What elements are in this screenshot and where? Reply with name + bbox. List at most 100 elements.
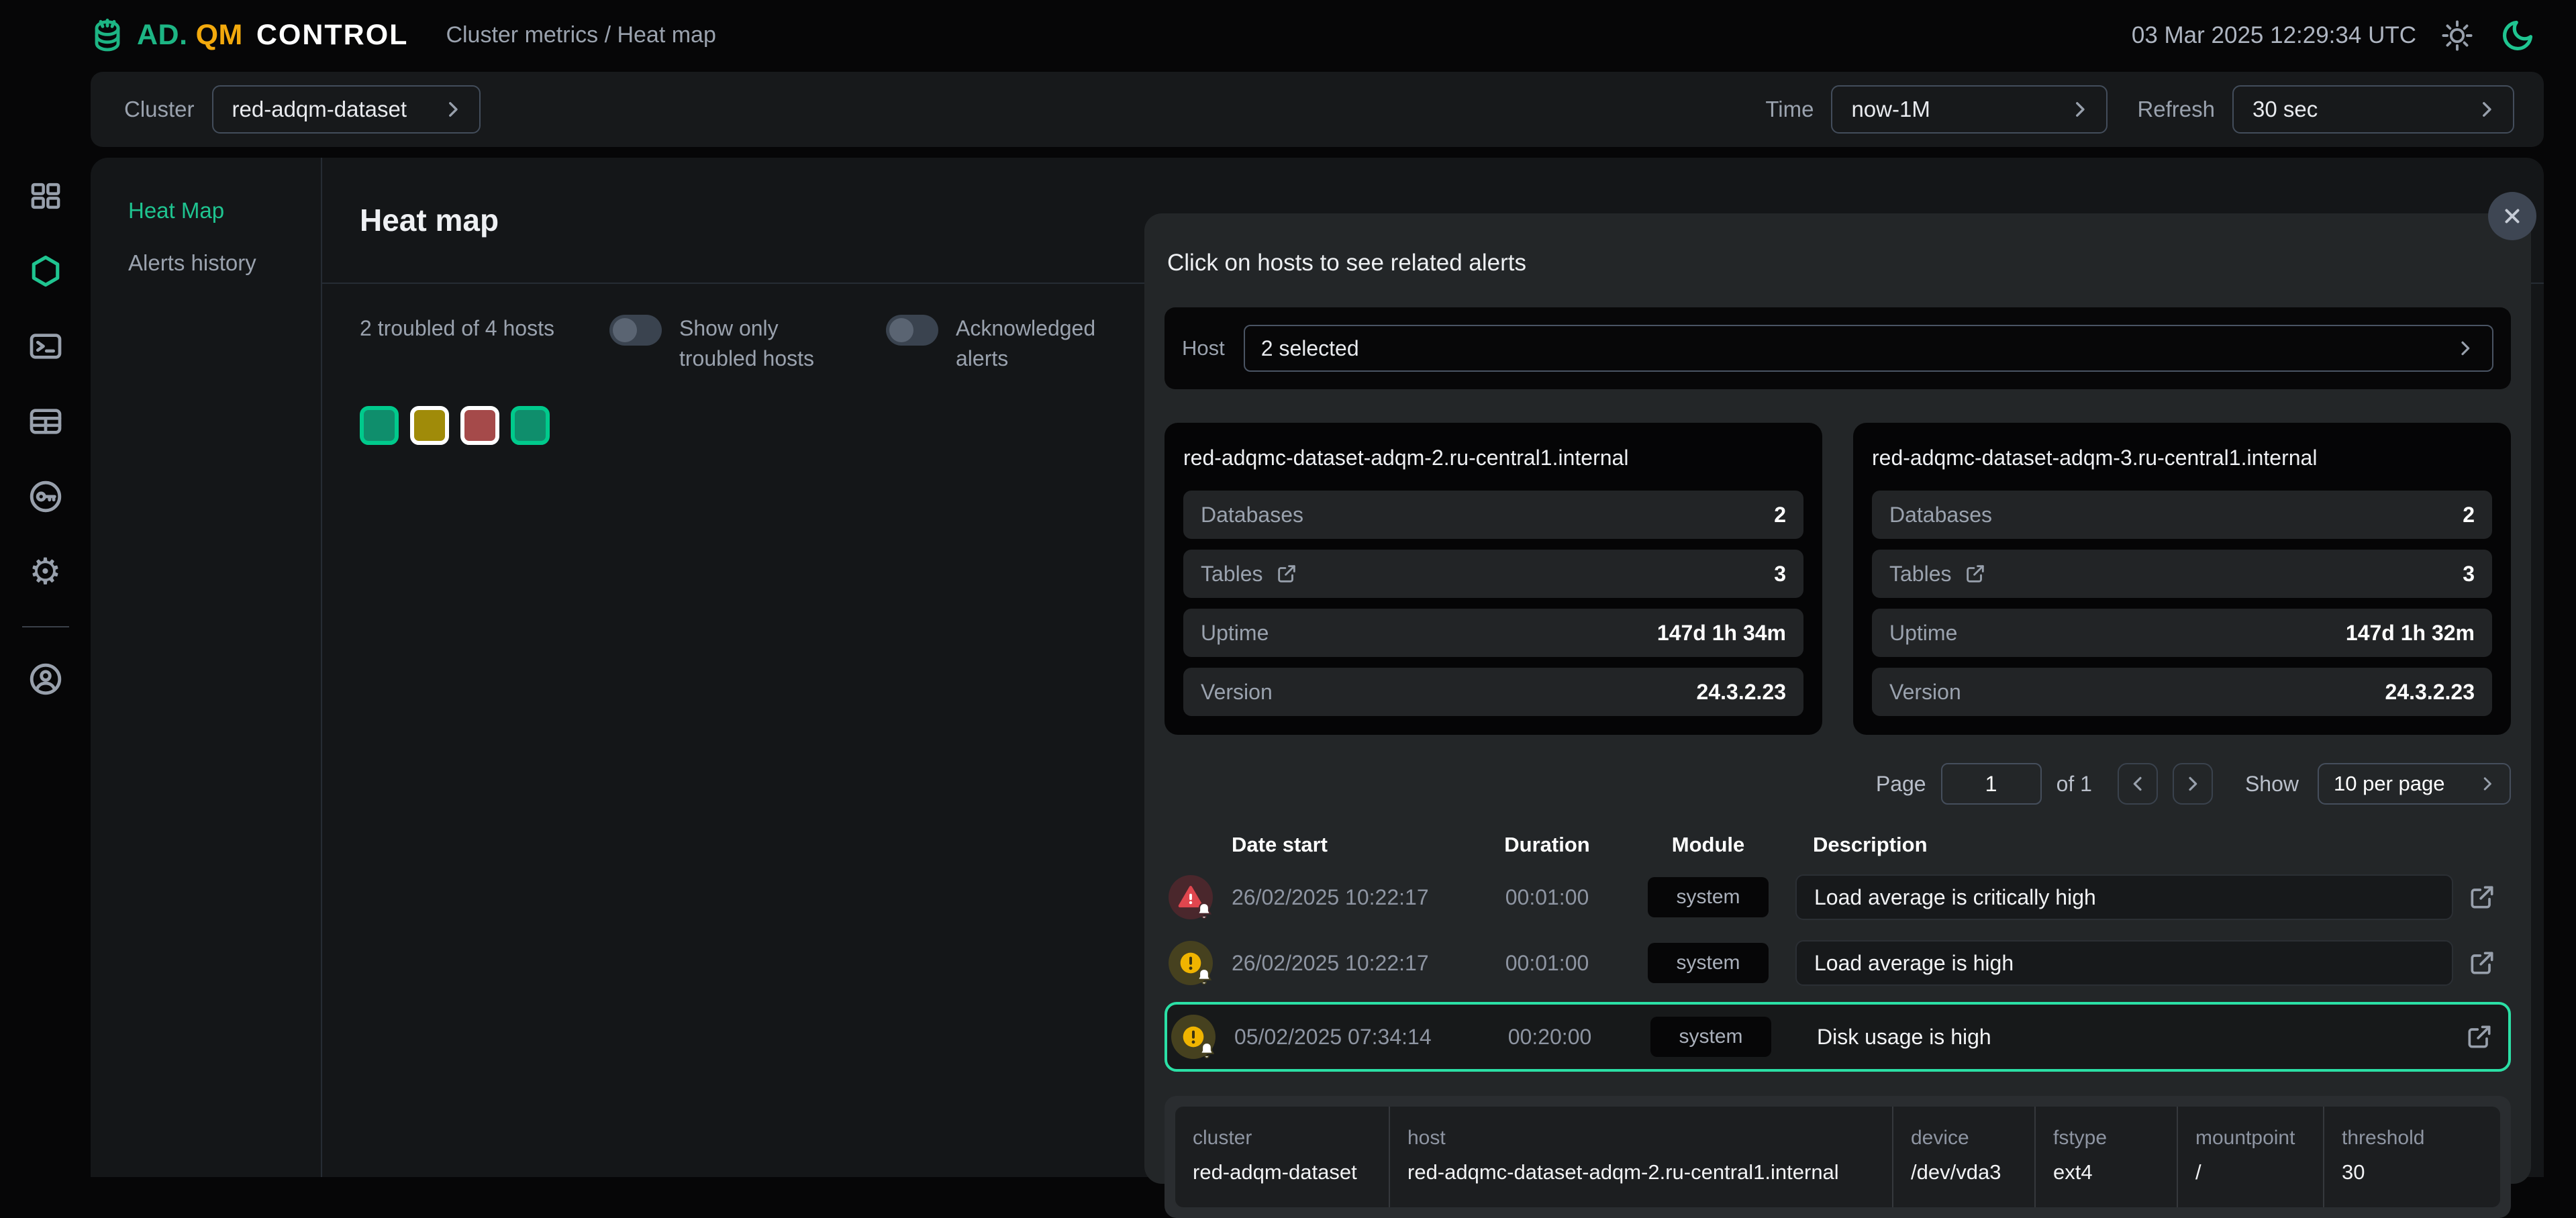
subnav-item-alerts-history[interactable]: Alerts history (128, 250, 321, 276)
stat-label: Uptime (1201, 621, 1269, 646)
stat-value: 3 (2463, 562, 2475, 587)
bell-icon (1193, 966, 1215, 988)
external-link-icon (2467, 948, 2497, 978)
nav-settings-button[interactable]: ⚙ (25, 551, 66, 593)
nav-cluster-button[interactable] (25, 250, 66, 292)
logo-icon (86, 14, 129, 57)
acknowledged-alerts-toggle[interactable] (886, 315, 938, 346)
brand-part-1: AD. (137, 19, 188, 52)
host-select-value: 2 selected (1261, 336, 1359, 361)
stat-label: Databases (1889, 503, 1992, 527)
stat-label: Tables (1889, 562, 1952, 587)
nav-dashboard-button[interactable] (25, 175, 66, 217)
external-link-icon[interactable] (1275, 562, 1298, 585)
detail-value: red-adqm-dataset (1193, 1160, 1371, 1184)
host-card-title: red-adqmc-dataset-adqm-3.ru-central1.int… (1872, 446, 2492, 470)
alert-description: Load average is high (1795, 940, 2453, 986)
stat-label: Uptime (1889, 621, 1957, 646)
detail-label: mountpoint (2195, 1127, 2306, 1150)
time-select[interactable]: now-1M (1831, 85, 2108, 134)
next-page-button[interactable] (2173, 763, 2213, 805)
icon-rail: ⚙ (0, 158, 91, 1177)
cluster-label: Cluster (124, 97, 195, 122)
alert-date: 05/02/2025 07:34:14 (1234, 1025, 1476, 1050)
cluster-select[interactable]: red-adqm-dataset (212, 85, 481, 134)
chevron-right-icon (2182, 773, 2203, 795)
per-page-value: 10 per page (2334, 772, 2444, 796)
stat-value: 24.3.2.23 (2385, 680, 2475, 705)
detail-value: red-adqmc-dataset-adqm-2.ru-central1.int… (1407, 1160, 1875, 1184)
dark-theme-button[interactable] (2498, 16, 2537, 55)
open-alert-button[interactable] (2453, 882, 2511, 912)
alerts-table-header: Date start Duration Module Description (1165, 833, 2511, 861)
stat-label: Databases (1201, 503, 1303, 527)
detail-cell: device /dev/vda3 (1893, 1107, 2036, 1207)
alert-row-selected[interactable]: 05/02/2025 07:34:14 00:20:00 system Disk… (1165, 1002, 2511, 1072)
chevron-right-icon (442, 98, 464, 121)
chevron-right-icon (2455, 338, 2476, 359)
stat-value: 147d 1h 34m (1657, 621, 1786, 646)
app-logo[interactable]: AD.QMCONTROL (86, 14, 408, 57)
module-badge: system (1648, 877, 1768, 917)
subnav-item-heat-map[interactable]: Heat Map (128, 198, 321, 223)
prev-page-button[interactable] (2118, 763, 2158, 805)
warning-alert-icon (1171, 1015, 1216, 1059)
col-duration: Duration (1473, 833, 1621, 857)
nav-tables-button[interactable] (25, 401, 66, 442)
heat-square-host-2[interactable] (410, 406, 449, 445)
stat-label: Version (1201, 680, 1273, 705)
detail-cell: fstype ext4 (2036, 1107, 2178, 1207)
page-title: Heat map (360, 202, 499, 238)
troubled-hosts-summary: 2 troubled of 4 hosts (360, 313, 561, 344)
host-stat-row: Tables 3 (1872, 550, 2492, 598)
page-of-label: of 1 (2057, 772, 2092, 797)
light-theme-button[interactable] (2438, 16, 2477, 55)
host-select[interactable]: 2 selected (1244, 325, 2493, 372)
breadcrumb: Cluster metrics / Heat map (446, 22, 715, 48)
bell-icon (1193, 901, 1215, 922)
external-link-icon[interactable] (1964, 562, 1987, 585)
host-filter-box: Host 2 selected (1165, 307, 2511, 389)
detail-value: ext4 (2053, 1160, 2159, 1184)
heat-square-host-3[interactable] (460, 406, 499, 445)
stat-value: 24.3.2.23 (1697, 680, 1786, 705)
alert-duration: 00:01:00 (1473, 885, 1621, 910)
nav-console-button[interactable] (25, 325, 66, 367)
panel-close-button[interactable] (2488, 192, 2536, 240)
stat-value: 2 (2463, 503, 2475, 527)
open-alert-button[interactable] (2453, 948, 2511, 978)
detail-cell: mountpoint / (2178, 1107, 2324, 1207)
open-alert-button[interactable] (2450, 1022, 2508, 1052)
alert-details: cluster red-adqm-dataset host red-adqmc-… (1165, 1096, 2511, 1218)
page-input[interactable]: 1 (1941, 763, 2042, 805)
stat-value: 147d 1h 32m (2346, 621, 2475, 646)
module-badge: system (1648, 943, 1768, 983)
col-description: Description (1795, 833, 2453, 857)
alert-row[interactable]: 26/02/2025 10:22:17 00:01:00 system Load… (1165, 933, 2511, 993)
nav-access-button[interactable] (25, 476, 66, 517)
alert-row[interactable]: 26/02/2025 10:22:17 00:01:00 system Load… (1165, 868, 2511, 927)
table-icon (27, 403, 64, 440)
time-label: Time (1765, 97, 1814, 122)
user-icon (26, 660, 65, 699)
sub-navigation: Heat Map Alerts history (91, 158, 322, 1177)
detail-value: 30 (2342, 1160, 2483, 1184)
show-only-troubled-toggle[interactable] (609, 315, 662, 346)
heat-square-host-4[interactable] (511, 406, 550, 445)
refresh-label: Refresh (2137, 97, 2215, 122)
detail-label: cluster (1193, 1127, 1371, 1150)
detail-cell: cluster red-adqm-dataset (1175, 1107, 1390, 1207)
external-link-icon (2467, 882, 2497, 912)
gear-icon: ⚙ (29, 554, 61, 590)
current-datetime: 03 Mar 2025 12:29:34 UTC (2132, 22, 2416, 49)
related-alerts-panel: Click on hosts to see related alerts Hos… (1144, 213, 2531, 1184)
stat-value: 3 (1774, 562, 1786, 587)
time-select-value: now-1M (1851, 97, 1930, 122)
host-label: Host (1182, 336, 1225, 360)
brand-part-3: CONTROL (256, 19, 409, 52)
chevron-right-icon (2069, 98, 2091, 121)
heat-square-host-1[interactable] (360, 406, 399, 445)
refresh-select[interactable]: 30 sec (2232, 85, 2514, 134)
nav-account-button[interactable] (25, 658, 66, 700)
per-page-select[interactable]: 10 per page (2318, 763, 2511, 805)
